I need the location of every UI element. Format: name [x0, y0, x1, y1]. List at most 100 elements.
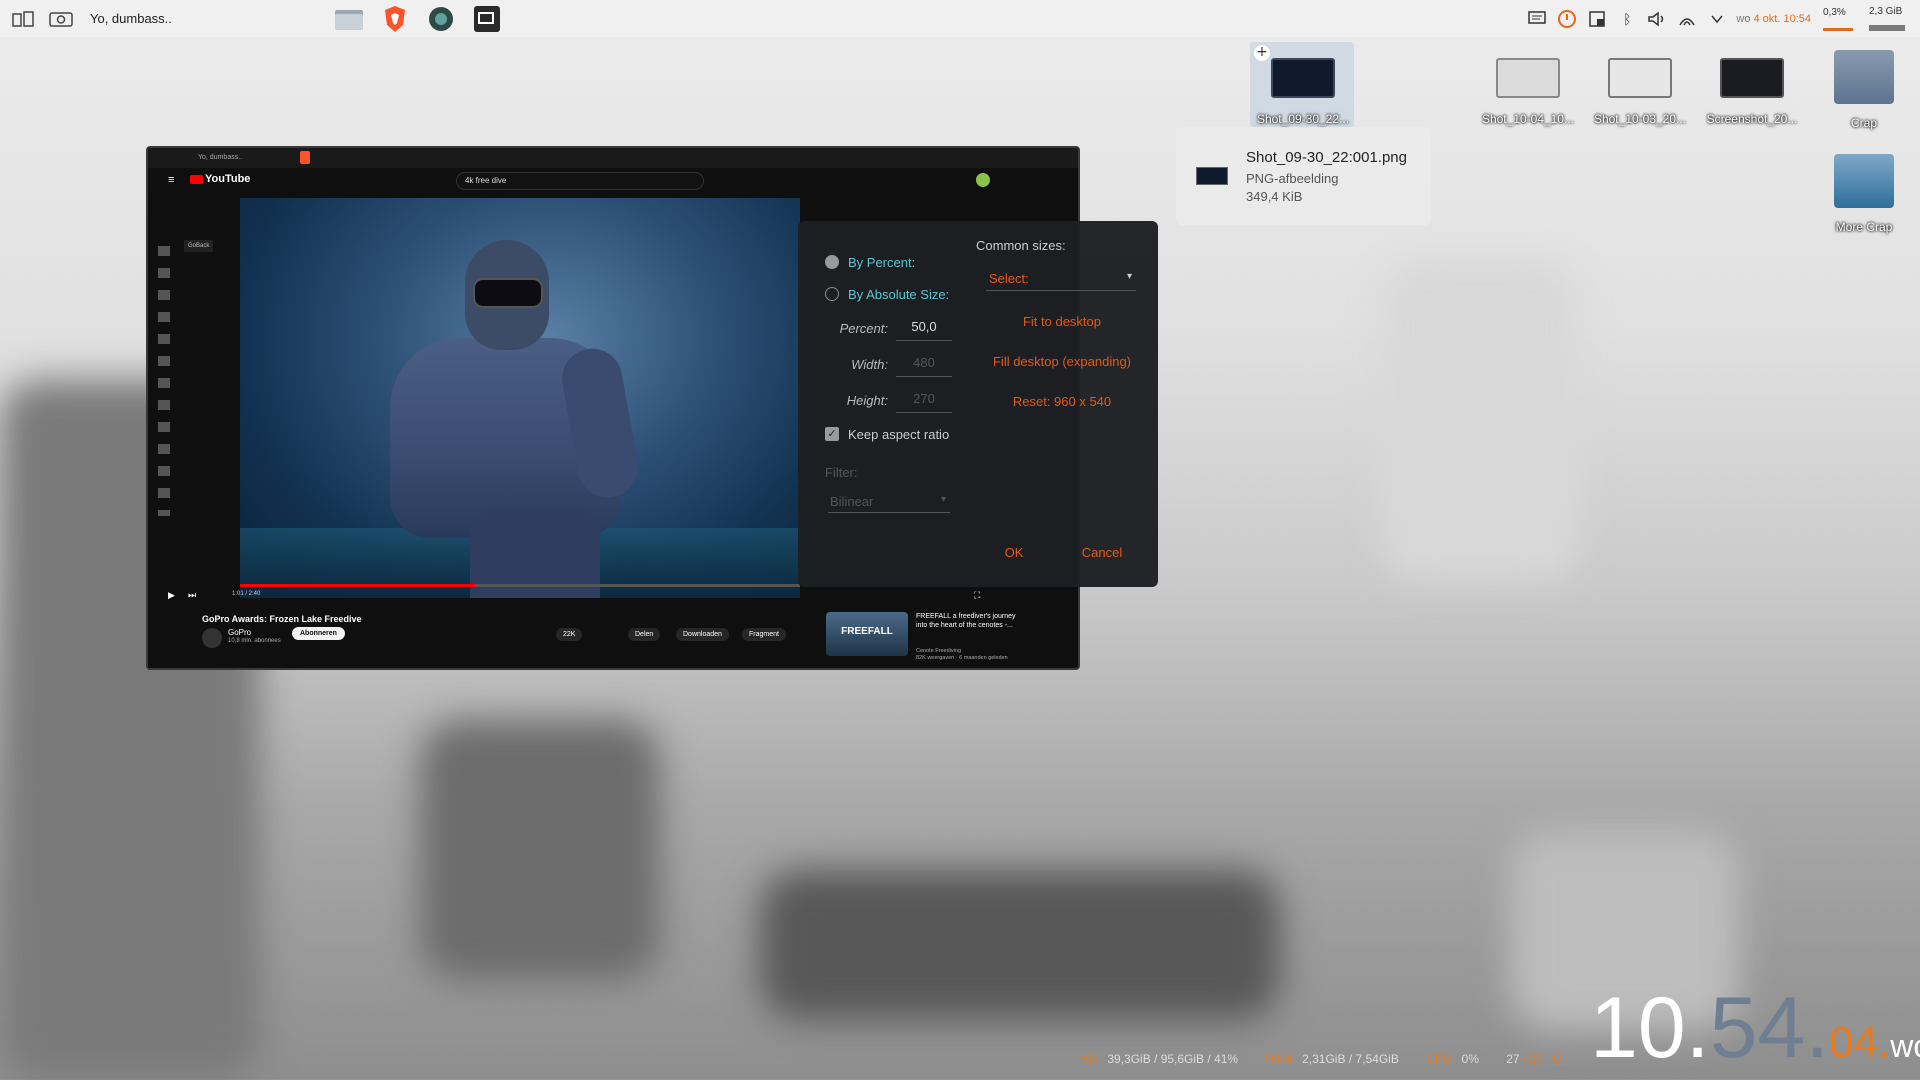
- file-type: PNG-afbeelding: [1246, 171, 1339, 186]
- screenshot-icon[interactable]: [46, 4, 76, 34]
- filter-label: Filter:: [825, 465, 858, 480]
- menu-icon: ≡: [168, 174, 175, 186]
- mini-window-title: Yo, dumbass..: [198, 154, 243, 161]
- recommended-meta: Cenote Freediving 82K weergaven · 6 maan…: [916, 648, 1008, 662]
- clock-day: wo: [1736, 12, 1751, 25]
- chevron-down-icon: ▾: [1126, 271, 1132, 282]
- cpu-meter-bar: [1823, 27, 1853, 31]
- clock-minute: 54.: [1709, 980, 1830, 1076]
- chevron-down-icon[interactable]: [1702, 4, 1732, 34]
- desktop-icon-shot-0930[interactable]: Shot_09-30_22...: [1251, 58, 1355, 126]
- desktop-folder-crap[interactable]: Crap: [1812, 50, 1916, 130]
- add-icon[interactable]: +: [1254, 45, 1270, 61]
- desktop-icon-shot-1004[interactable]: Shot_10-04_10...: [1476, 58, 1580, 126]
- clock-hour: 10.: [1590, 980, 1710, 1076]
- select-value: Select:: [989, 271, 1029, 286]
- video-time: 1:01 / 2:40: [232, 591, 261, 597]
- filter-value: Bilinear: [830, 494, 874, 509]
- brave-browser-icon[interactable]: [376, 2, 414, 36]
- video-controls: ▶ ⏭ 1:01 / 2:40 ⛶: [148, 588, 1078, 608]
- mini-top-panel: Yo, dumbass..: [148, 148, 1078, 168]
- desktop-icon-label: More Crap: [1835, 220, 1893, 234]
- image-thumbnail: [1608, 58, 1672, 98]
- clock-weekday: wo: [1890, 1028, 1920, 1064]
- panel-clock[interactable]: wo 4 okt. 10:54: [1736, 13, 1811, 25]
- sidebar-icons: [158, 246, 170, 516]
- width-input[interactable]: 480: [896, 355, 952, 377]
- reset-size-button[interactable]: Reset: 960 x 540: [980, 387, 1144, 417]
- by-absolute-radio[interactable]: [825, 287, 839, 301]
- ram-meter-bar: [1869, 25, 1905, 31]
- height-label: Height:: [846, 393, 888, 408]
- ram-value: 2,31GiB / 7,54GiB: [1302, 1052, 1399, 1066]
- hd-label: HD: [1080, 1052, 1098, 1066]
- ok-button[interactable]: OK: [974, 538, 1054, 568]
- desktop-icon-label: Crap: [1850, 116, 1877, 130]
- temp-value: 27: [1506, 1052, 1520, 1066]
- chat-icon[interactable]: [1522, 4, 1552, 34]
- share-button: Delen: [628, 628, 661, 641]
- desktop-icon-shot-1003[interactable]: Shot_10-03_20...: [1588, 58, 1692, 126]
- top-panel: Yo, dumbass.. ᛒ wo 4 okt. 10:54 0,3% 2,3…: [0, 0, 1920, 37]
- recommended-views: 82K weergaven · 6 maanden geleden: [916, 655, 1008, 661]
- bluetooth-icon[interactable]: ᛒ: [1612, 4, 1642, 34]
- avatar: [976, 173, 990, 187]
- by-absolute-label[interactable]: By Absolute Size:: [848, 287, 949, 302]
- folder-icon: [1834, 50, 1894, 104]
- common-sizes-select[interactable]: Select: ▾: [986, 267, 1136, 291]
- system-tray: ᛒ wo 4 okt. 10:54 0,3% 2,3 GiB: [1522, 0, 1920, 37]
- updates-icon[interactable]: [1552, 4, 1582, 34]
- network-icon[interactable]: [1672, 4, 1702, 34]
- folder-icon: [1834, 154, 1894, 208]
- youtube-logo: YouTube: [190, 173, 250, 185]
- keep-aspect-label[interactable]: Keep aspect ratio: [848, 427, 949, 442]
- by-percent-radio[interactable]: [825, 255, 839, 269]
- terminal-app-icon[interactable]: [468, 2, 506, 36]
- background-lamp: [1380, 260, 1580, 580]
- like-button: 22K: [556, 628, 583, 641]
- channel-subs: 10,8 mln. abonnees: [228, 638, 281, 644]
- subscribe-button: Abonneren: [292, 627, 345, 640]
- clock-second: 04.: [1829, 1018, 1891, 1067]
- file-manager-icon[interactable]: [330, 2, 368, 36]
- cpu-meter-value: 0,3%: [1823, 6, 1846, 18]
- cpu-value: 0%: [1461, 1052, 1479, 1066]
- filter-select[interactable]: Bilinear ▾: [828, 491, 950, 513]
- width-label: Width:: [851, 357, 888, 372]
- active-window-title: Yo, dumbass..: [90, 11, 172, 26]
- mini-brave-icon: [300, 151, 310, 164]
- video-player: [240, 198, 800, 598]
- recommended-thumbnail: FREEFALL: [826, 612, 908, 656]
- percent-input[interactable]: 50,0: [896, 319, 952, 341]
- youtube-header: ≡ YouTube 4k free dive: [148, 168, 1078, 194]
- system-stats-bar: HD 39,3GiB / 95,6GiB / 41% RAM 2,31GiB / 7…: [1080, 1052, 1572, 1066]
- cancel-button[interactable]: Cancel: [1062, 538, 1142, 568]
- fill-desktop-button[interactable]: Fill desktop (expanding): [980, 347, 1144, 377]
- channel-avatar: [202, 628, 222, 648]
- like-count: 22K: [563, 631, 576, 638]
- height-input[interactable]: 270: [896, 391, 952, 413]
- temp-rest: / 27: [1522, 1052, 1543, 1066]
- sidebar-tooltip: GoBack: [184, 240, 214, 252]
- file-tooltip: Shot_09-30_22:001.png PNG-afbeelding 349…: [1176, 127, 1431, 225]
- app-launcher-icon[interactable]: [8, 4, 38, 34]
- fullscreen-icon: ⛶: [974, 590, 981, 600]
- keep-aspect-checkbox[interactable]: ✓: [825, 427, 839, 441]
- fit-to-desktop-button[interactable]: Fit to desktop: [980, 307, 1144, 337]
- desktop-icon-screenshot[interactable]: Screenshot_20...: [1700, 58, 1804, 126]
- by-percent-label[interactable]: By Percent:: [848, 255, 915, 270]
- volume-icon[interactable]: [1642, 4, 1672, 34]
- common-sizes-label: Common sizes:: [976, 238, 1066, 253]
- app-circle-icon[interactable]: [422, 2, 460, 36]
- image-thumbnail: [1720, 58, 1784, 98]
- desktop-icon-label: Shot_09-30_22...: [1256, 112, 1350, 126]
- file-thumbnail: [1196, 167, 1228, 185]
- clock-time: 10:54: [1783, 12, 1811, 25]
- search-text: 4k free dive: [465, 176, 507, 185]
- ram-meter: 2,3 GiB: [1869, 6, 1914, 31]
- image-thumbnail: [1496, 58, 1560, 98]
- clip-button: Fragment: [742, 628, 786, 641]
- clipboard-icon[interactable]: [1582, 4, 1612, 34]
- youtube-logo-text: YouTube: [205, 173, 251, 185]
- desktop-folder-more-crap[interactable]: More Crap: [1812, 154, 1916, 234]
